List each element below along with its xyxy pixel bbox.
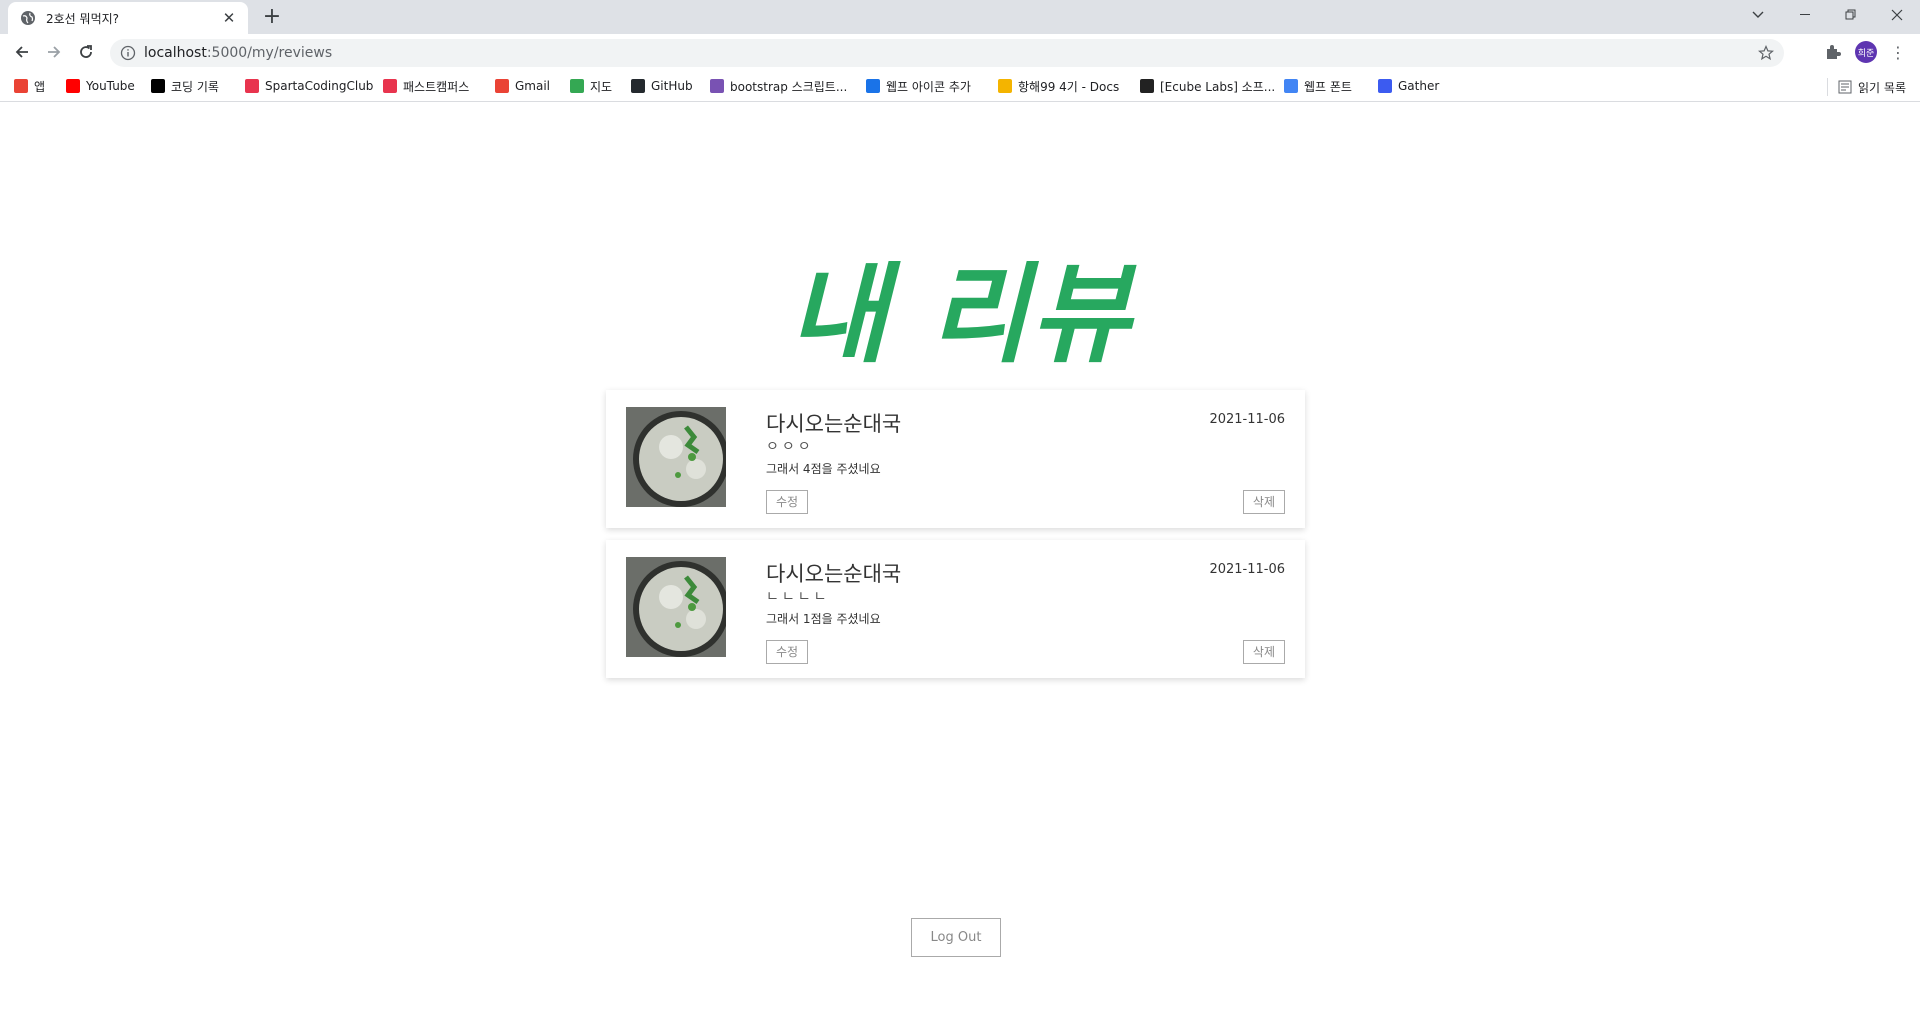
tab-strip: 2호선 뭐먹지? ✕ + xyxy=(0,0,1920,34)
github-icon xyxy=(631,79,645,93)
review-score-text: 그래서 4점을 주셨네요 xyxy=(766,462,881,476)
edit-button[interactable]: 수정 xyxy=(766,490,809,514)
info-icon[interactable] xyxy=(120,45,136,61)
bookmark-label: 코딩 기록 xyxy=(171,79,219,94)
delete-button[interactable]: 삭제 xyxy=(1242,640,1285,664)
bookmark-label: YouTube xyxy=(86,79,135,93)
bookmark-item[interactable]: 패스트캠퍼스 xyxy=(383,78,469,94)
bookmark-item[interactable]: 항해99 4기 - Docs xyxy=(998,78,1119,94)
docs-icon xyxy=(998,79,1012,93)
bookmark-label: bootstrap 스크립트... xyxy=(730,79,848,94)
forward-icon[interactable] xyxy=(40,38,68,66)
bookmark-label: 지도 xyxy=(590,79,613,94)
bootstrap-icon xyxy=(710,79,724,93)
bookmark-item[interactable]: [Ecube Labs] 소프... xyxy=(1140,78,1275,94)
globe-icon xyxy=(21,11,35,25)
tab-title: 2호선 뭐먹지? xyxy=(46,11,120,26)
tab-search-icon[interactable] xyxy=(1735,0,1781,30)
food-image xyxy=(626,407,726,507)
bookmark-item[interactable]: bootstrap 스크립트... xyxy=(710,78,847,94)
bookmark-label: 앱 xyxy=(34,79,46,94)
bookmark-item[interactable]: Gmail xyxy=(495,78,550,94)
review-score-text: 그래서 1점을 주셨네요 xyxy=(766,612,881,626)
divider xyxy=(1827,78,1829,96)
store-name: 다시오는순대국 xyxy=(766,412,902,436)
youtube-icon xyxy=(66,79,80,93)
store-name: 다시오는순대국 xyxy=(766,562,902,586)
review-comment: ㅇㅇㅇ xyxy=(766,439,814,455)
bookmark-item[interactable]: SpartaCodingClub xyxy=(245,78,373,94)
reading-list-button[interactable]: 읽기 목록 xyxy=(1827,78,1906,96)
fonts-icon xyxy=(1284,79,1298,93)
minimize-icon[interactable] xyxy=(1782,0,1828,30)
bookmark-item[interactable]: GitHub xyxy=(631,78,693,94)
sparta-icon xyxy=(245,79,259,93)
bookmark-label: Gather xyxy=(1398,79,1440,93)
extensions-icon[interactable] xyxy=(1823,42,1843,62)
browser-toolbar: localhost:5000/my/reviews 희준 ⋮ xyxy=(0,34,1920,70)
url-text: localhost:5000/my/reviews xyxy=(144,45,333,61)
bookmark-item[interactable]: 앱 xyxy=(14,78,45,94)
edit-button[interactable]: 수정 xyxy=(766,640,809,664)
close-window-icon[interactable] xyxy=(1874,0,1920,30)
menu-icon[interactable]: ⋮ xyxy=(1887,41,1909,63)
bookmark-item[interactable]: 웹프 폰트 xyxy=(1284,78,1352,94)
ecube-icon xyxy=(1140,79,1154,93)
maps-icon xyxy=(570,79,584,93)
gmail-icon xyxy=(495,79,509,93)
restore-icon[interactable] xyxy=(1828,0,1874,30)
bookmark-label: 패스트캠퍼스 xyxy=(403,79,470,94)
bookmark-label: 웹프 폰트 xyxy=(1304,79,1352,94)
review-card: 다시오는순대국 ㅇㅇㅇ 그래서 4점을 주셨네요 2021-11-06 수정 삭… xyxy=(606,390,1305,528)
fastcampus-icon xyxy=(383,79,397,93)
bookmark-star-icon[interactable] xyxy=(1758,45,1774,61)
close-tab-icon[interactable]: ✕ xyxy=(220,9,238,27)
bookmark-label: [Ecube Labs] 소프... xyxy=(1160,79,1276,94)
review-comment: ㄴㄴㄴㄴ xyxy=(766,589,830,605)
review-card: 다시오는순대국 ㄴㄴㄴㄴ 그래서 1점을 주셨네요 2021-11-06 수정 … xyxy=(606,540,1305,678)
browser-tab[interactable]: 2호선 뭐먹지? ✕ xyxy=(8,2,248,34)
back-icon[interactable] xyxy=(8,38,36,66)
profile-avatar[interactable]: 희준 xyxy=(1855,41,1877,63)
page-title: 내 리뷰 xyxy=(788,253,1132,378)
delete-button[interactable]: 삭제 xyxy=(1242,490,1285,514)
bookmark-item[interactable]: Gather xyxy=(1378,78,1439,94)
bookmarks-bar: 앱 YouTube 코딩 기록 SpartaCodingClub 패스트캠퍼스 Gmail… xyxy=(0,70,1920,102)
reading-list-label: 읽기 목록 xyxy=(1858,80,1906,95)
bookmark-item[interactable]: 지도 xyxy=(570,78,612,94)
bookmark-item[interactable]: YouTube xyxy=(66,78,135,94)
bookmark-label: GitHub xyxy=(651,79,693,93)
medium-icon xyxy=(151,79,165,93)
bookmark-label: Gmail xyxy=(515,79,551,93)
review-date: 2021-11-06 xyxy=(1209,562,1285,577)
bookmark-label: SpartaCodingClub xyxy=(265,79,374,93)
food-image xyxy=(626,557,726,657)
apps-icon xyxy=(14,79,28,93)
bookmark-item[interactable]: 웹프 아이콘 추가 xyxy=(866,78,971,94)
new-tab-button[interactable]: + xyxy=(258,4,286,32)
reading-list-icon xyxy=(1838,80,1852,94)
bookmark-label: 웹프 아이콘 추가 xyxy=(886,79,971,94)
gather-icon xyxy=(1378,79,1392,93)
reload-icon[interactable] xyxy=(72,38,100,66)
review-date: 2021-11-06 xyxy=(1209,412,1285,427)
logout-button[interactable]: Log Out xyxy=(911,918,1001,957)
flag-icon xyxy=(866,79,880,93)
bookmark-label: 항해99 4기 - Docs xyxy=(1018,79,1120,94)
address-bar[interactable]: localhost:5000/my/reviews xyxy=(110,39,1784,67)
bookmark-item[interactable]: 코딩 기록 xyxy=(151,78,219,94)
